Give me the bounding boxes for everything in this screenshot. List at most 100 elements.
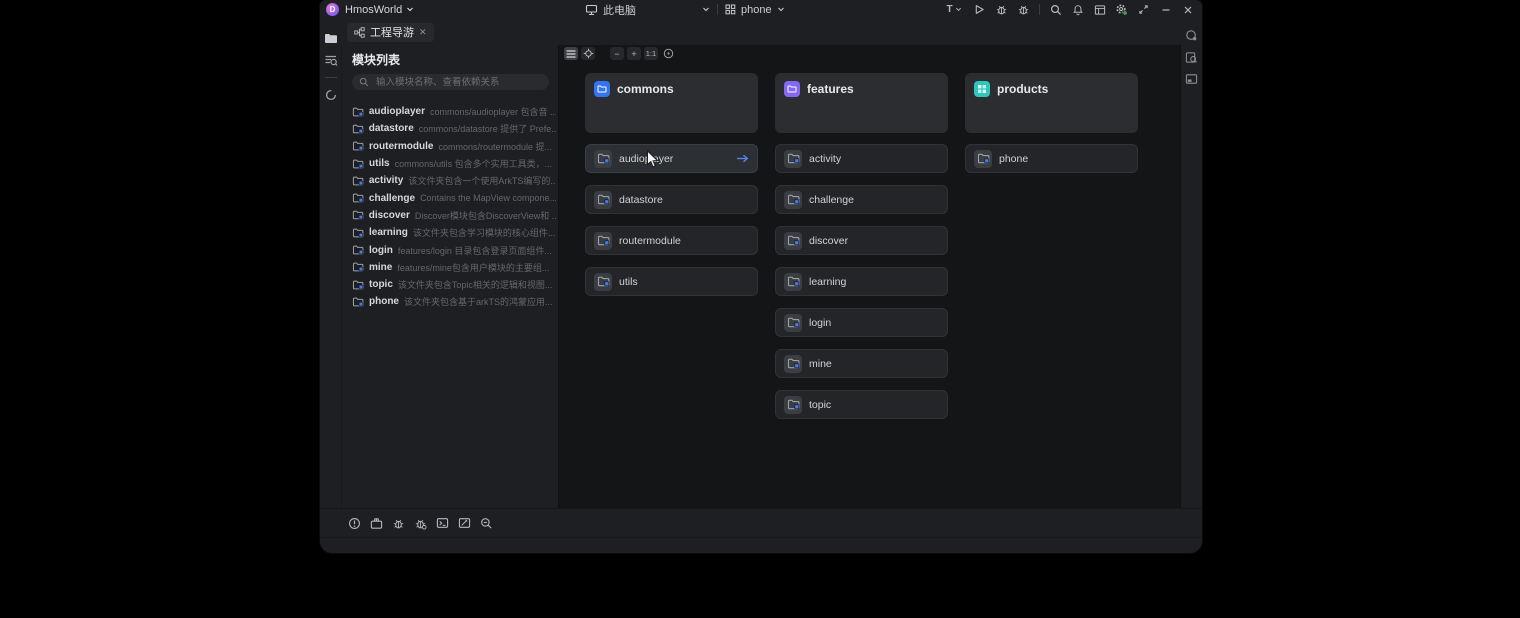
minimize-window-button[interactable] <box>1158 2 1173 17</box>
run-button[interactable] <box>972 2 987 17</box>
module-card-label: learning <box>809 276 846 288</box>
profiler-icon[interactable] <box>413 516 427 530</box>
module-row-learning[interactable]: learning 该文件夹包含学习模块的核心组件... <box>342 224 558 241</box>
module-card-activity[interactable]: activity <box>775 144 948 173</box>
chevron-down-icon <box>702 7 710 12</box>
folder-icon <box>352 176 364 186</box>
folder-chip <box>784 150 802 168</box>
group-card-features[interactable]: features <box>775 73 948 133</box>
search-button[interactable] <box>1048 2 1063 17</box>
module-list-panel: 模块列表 audioplayer commons/audioplayer 包含音… <box>341 45 558 508</box>
layout-panel-icon[interactable] <box>1185 73 1198 85</box>
module-card-learning[interactable]: learning <box>775 267 948 296</box>
find-structure-icon[interactable] <box>320 49 341 71</box>
module-desc: 该文件夹包含Topic相关的逻辑和视图... <box>398 278 553 291</box>
group-card-commons[interactable]: commons <box>585 73 758 133</box>
module-card-label: login <box>809 317 831 329</box>
folder-chip <box>784 396 802 414</box>
module-name: mine <box>369 262 392 273</box>
folder-icon <box>352 280 364 290</box>
module-card-topic[interactable]: topic <box>775 390 948 419</box>
list-view-button[interactable] <box>564 47 578 60</box>
project-folder-icon[interactable] <box>320 27 341 49</box>
search-icon <box>359 77 369 87</box>
debug-icon[interactable] <box>391 516 405 530</box>
module-name: audioplayer <box>369 106 425 117</box>
terminal-icon[interactable] <box>435 516 449 530</box>
module-row-discover[interactable]: discover Discover模块包含DiscoverView和 ... <box>342 207 558 224</box>
module-card-mine[interactable]: mine <box>775 349 948 378</box>
module-row-routermodule[interactable]: routermodule commons/routermodule 提... <box>342 138 558 155</box>
assistant-icon[interactable] <box>1185 29 1198 42</box>
module-row-login[interactable]: login features/login 目录包含登录页面组件... <box>342 241 558 258</box>
module-card-challenge[interactable]: challenge <box>775 185 948 214</box>
group-card-products[interactable]: products <box>965 73 1138 133</box>
module-card-audioplayer[interactable]: audioplayer <box>585 144 758 173</box>
target-selector[interactable]: phone <box>725 4 785 16</box>
module-card-routermodule[interactable]: routermodule <box>585 226 758 255</box>
module-row-utils[interactable]: utils commons/utils 包含多个实用工具类，... <box>342 155 558 172</box>
project-menu[interactable]: HmosWorld <box>345 4 414 16</box>
module-row-activity[interactable]: activity 该文件夹包含一个使用ArkTS编写的... <box>342 172 558 189</box>
folder-icon <box>352 193 364 203</box>
build-variant-button[interactable]: T <box>943 2 965 17</box>
goto-arrow-icon[interactable] <box>736 154 749 163</box>
zoom-reset-button[interactable]: 1:1 <box>644 47 658 60</box>
update-badge <box>1123 11 1127 15</box>
folder-chip <box>784 314 802 332</box>
module-card-phone[interactable]: phone <box>965 144 1138 173</box>
module-card-utils[interactable]: utils <box>585 267 758 296</box>
module-card-label: utils <box>619 276 638 288</box>
window-layout-button[interactable] <box>1092 2 1107 17</box>
folder-icon <box>352 297 364 307</box>
module-row-mine[interactable]: mine features/mine包含用户模块的主要组... <box>342 259 558 276</box>
module-card-discover[interactable]: discover <box>775 226 948 255</box>
folder-chip <box>594 150 612 168</box>
problems-icon[interactable] <box>347 516 361 530</box>
module-card-login[interactable]: login <box>775 308 948 337</box>
module-name: activity <box>369 175 403 186</box>
bell-icon <box>1072 4 1084 16</box>
help-button[interactable] <box>661 47 675 60</box>
module-row-phone[interactable]: phone 该文件夹包含基于arkTS的鸿蒙应用... <box>342 293 558 310</box>
ide-window: D HmosWorld 此电脑 <box>320 0 1202 553</box>
inspect-icon[interactable] <box>479 516 493 530</box>
folder-chip <box>974 150 992 168</box>
module-search-box[interactable] <box>352 74 549 90</box>
progress-ring-icon[interactable] <box>320 84 341 106</box>
zoom-out-button[interactable]: − <box>610 47 624 60</box>
module-card-datastore[interactable]: datastore <box>585 185 758 214</box>
toolbox-icon[interactable] <box>369 516 383 530</box>
close-window-button[interactable] <box>1180 2 1195 17</box>
app-logo-icon: D <box>326 3 339 16</box>
module-card-label: discover <box>809 235 848 247</box>
module-row-datastore[interactable]: datastore commons/datastore 提供了 Prefe... <box>342 120 558 137</box>
folder-icon <box>352 245 364 255</box>
folder-chip <box>594 232 612 250</box>
module-name: login <box>369 245 393 256</box>
folder-chip <box>594 273 612 291</box>
locate-button[interactable] <box>581 47 595 60</box>
log-icon[interactable] <box>457 516 471 530</box>
debug-button[interactable] <box>994 2 1009 17</box>
device-selector[interactable]: 此电脑 <box>585 2 710 18</box>
module-desc: commons/datastore 提供了 Prefe... <box>419 122 556 135</box>
zoom-in-button[interactable]: + <box>627 47 641 60</box>
module-search-input[interactable] <box>374 76 542 89</box>
module-name: routermodule <box>369 141 433 152</box>
settings-button[interactable] <box>1114 2 1129 17</box>
notifications-button[interactable] <box>1070 2 1085 17</box>
tab-project-tour[interactable]: 工程导游 ✕ <box>347 23 434 42</box>
module-row-challenge[interactable]: challenge Contains the MapView compone..… <box>342 189 558 206</box>
restore-window-button[interactable] <box>1136 2 1151 17</box>
right-tool-rail <box>1181 19 1202 518</box>
dependency-canvas[interactable]: − + 1:1 commons <box>558 45 1181 508</box>
attach-debugger-button[interactable] <box>1016 2 1031 17</box>
module-name: challenge <box>369 193 415 204</box>
module-row-audioplayer[interactable]: audioplayer commons/audioplayer 包含音 ... <box>342 103 558 120</box>
device-doc-search-icon[interactable] <box>1185 51 1198 64</box>
module-row-topic[interactable]: topic 该文件夹包含Topic相关的逻辑和视图... <box>342 276 558 293</box>
project-tour-icon <box>354 27 365 38</box>
products-grid-icon <box>974 81 990 97</box>
tab-close-icon[interactable]: ✕ <box>419 28 427 37</box>
